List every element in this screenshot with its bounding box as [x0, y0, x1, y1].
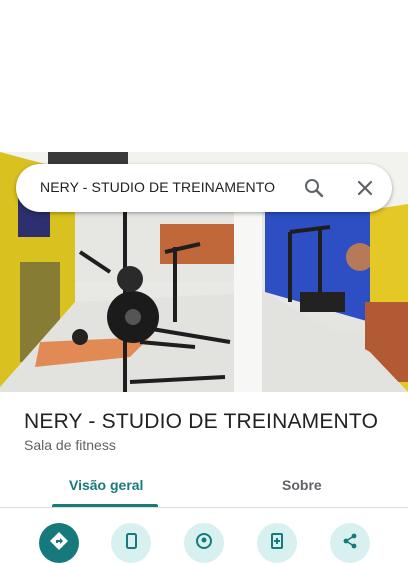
place-tabs: Visão geral Sobre [0, 468, 408, 508]
directions-button[interactable] [39, 523, 79, 563]
tab-overview[interactable]: Visão geral [69, 477, 143, 493]
call-button[interactable] [111, 523, 151, 563]
nearby-button[interactable] [184, 523, 224, 563]
close-icon[interactable] [353, 176, 377, 200]
tabs-divider [0, 507, 408, 508]
share-icon [343, 533, 357, 549]
place-category[interactable]: Sala de fitness [24, 437, 116, 453]
place-title: NERY - STUDIO DE TREINAMENTO [24, 410, 379, 433]
location-icon [196, 533, 212, 549]
search-bar[interactable]: NERY - STUDIO DE TREINAMENTO [16, 164, 392, 212]
phone-icon [126, 533, 137, 549]
save-icon [271, 533, 283, 549]
search-icon[interactable] [302, 176, 326, 200]
save-button[interactable] [257, 523, 297, 563]
blank-top-area [0, 0, 408, 152]
search-input[interactable]: NERY - STUDIO DE TREINAMENTO [40, 179, 275, 195]
tab-about[interactable]: Sobre [282, 477, 322, 493]
directions-icon [50, 532, 68, 550]
share-button[interactable] [330, 523, 370, 563]
